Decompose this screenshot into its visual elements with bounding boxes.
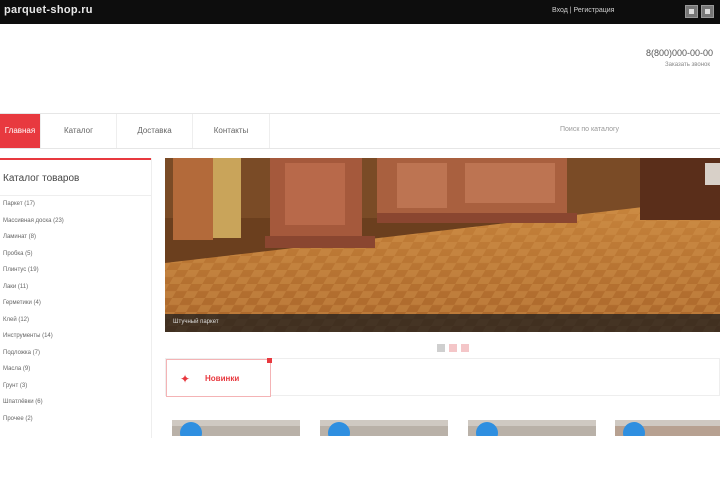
menu-button[interactable] (701, 5, 714, 18)
callback-link[interactable]: Заказать звонок (665, 62, 710, 68)
product-card[interactable] (172, 420, 300, 436)
slide-caption-text: Штучный паркет (173, 319, 219, 325)
site-title[interactable]: parquet-shop.ru (4, 4, 93, 16)
category-item[interactable]: Плинтус (19) (0, 262, 151, 279)
product-card[interactable] (615, 420, 720, 436)
category-list: Паркет (17) Массивная доска (23) Ламинат (… (0, 196, 151, 427)
cart-icon (689, 9, 694, 14)
product-badge-icon (180, 422, 202, 436)
category-item[interactable]: Пробка (5) (0, 246, 151, 263)
product-badge-icon (328, 422, 350, 436)
slider-dot-1[interactable] (437, 344, 445, 352)
search-input[interactable]: Поиск по каталогу (560, 126, 619, 133)
nav-item-home[interactable]: Главная (0, 114, 41, 148)
slide-image (165, 158, 720, 332)
category-item[interactable]: Грунт (3) (0, 378, 151, 395)
nav-item-catalog[interactable]: Каталог (41, 114, 117, 148)
slider-dot-2[interactable] (449, 344, 457, 352)
category-item[interactable]: Клей (12) (0, 312, 151, 329)
nav-item-contacts[interactable]: Контакты (193, 114, 270, 148)
category-sidebar: Каталог товаров Паркет (17) Массивная дос… (0, 158, 152, 438)
category-item[interactable]: Прочее (2) (0, 411, 151, 428)
slider-dot-3[interactable] (461, 344, 469, 352)
product-card[interactable] (320, 420, 448, 436)
cart-button[interactable] (685, 5, 698, 18)
category-item[interactable]: Массивная доска (23) (0, 213, 151, 230)
category-item[interactable]: Ламинат (8) (0, 229, 151, 246)
header-phone[interactable]: 8(800)000-00-00 (646, 48, 713, 58)
news-label: Новинки (205, 374, 240, 383)
news-section: ✦ Новинки (165, 358, 720, 397)
product-badge-icon (476, 422, 498, 436)
category-item[interactable]: Подложка (7) (0, 345, 151, 362)
category-item[interactable]: Лаки (11) (0, 279, 151, 296)
slider-dots (437, 339, 473, 352)
corner-marker (267, 358, 272, 363)
category-item[interactable]: Инструменты (14) (0, 328, 151, 345)
product-badge-icon (623, 422, 645, 436)
category-item[interactable]: Шпатлёвки (6) (0, 394, 151, 411)
main-navigation: Главная Каталог Доставка Контакты Поиск … (0, 113, 720, 149)
category-item[interactable]: Масла (9) (0, 361, 151, 378)
sidebar-title: Каталог товаров (0, 158, 151, 196)
menu-icon (705, 9, 710, 14)
product-card[interactable] (468, 420, 596, 436)
nav-item-delivery[interactable]: Доставка (117, 114, 193, 148)
category-item[interactable]: Паркет (17) (0, 196, 151, 213)
top-bar: parquet-shop.ru Вход | Регистрация (0, 0, 720, 24)
login-register-link[interactable]: Вход | Регистрация (552, 7, 614, 14)
hero-slider[interactable]: Штучный паркет (165, 158, 720, 332)
slide-caption: Штучный паркет (165, 314, 720, 332)
category-item[interactable]: Герметики (4) (0, 295, 151, 312)
fire-icon: ✦ (180, 372, 191, 386)
news-tab[interactable]: ✦ Новинки (166, 358, 272, 397)
